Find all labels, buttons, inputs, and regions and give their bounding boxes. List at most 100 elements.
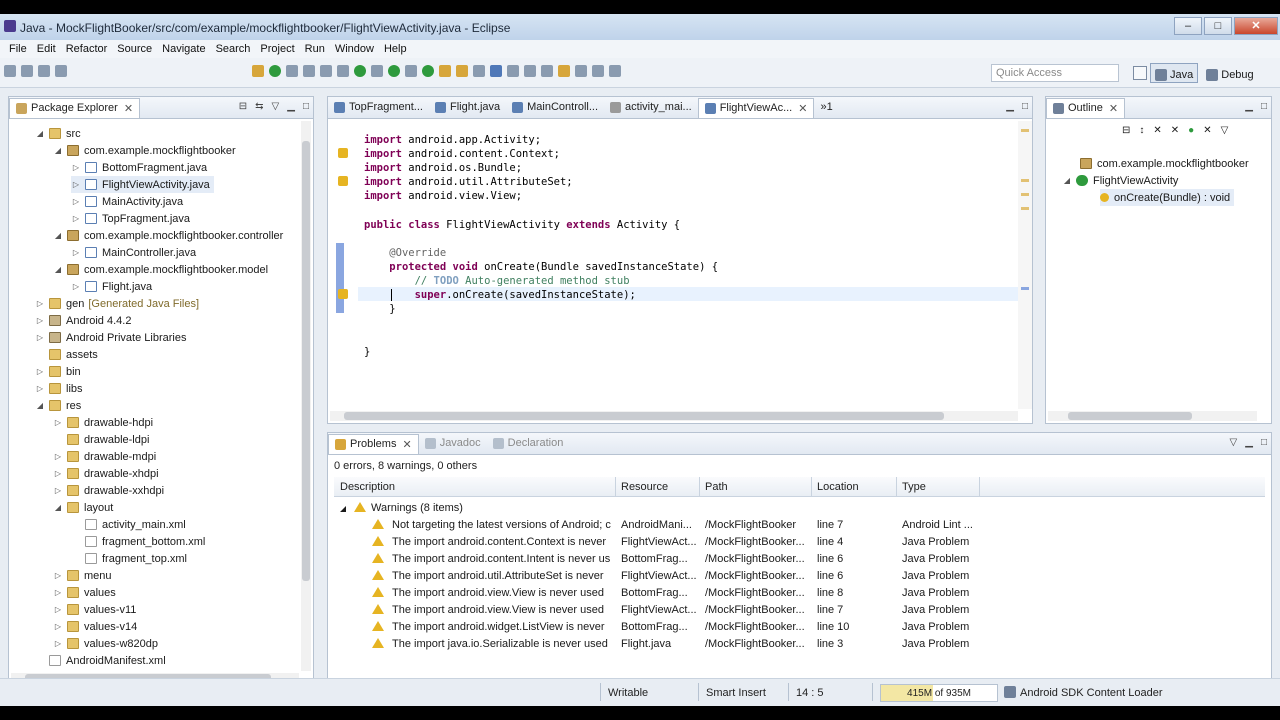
- java-perspective-button[interactable]: Java: [1150, 63, 1199, 83]
- heap-status[interactable]: 415M of 935M: [880, 684, 998, 702]
- expanded-twisty-icon[interactable]: ◢: [1062, 176, 1072, 185]
- sort-icon[interactable]: ↕: [1139, 125, 1144, 136]
- tree-item[interactable]: ▷ MainActivity.java: [71, 193, 183, 210]
- tree-item[interactable]: ▷ values: [53, 584, 116, 601]
- editor-tab[interactable]: activity_mai...: [604, 98, 698, 118]
- previous-annotation-icon[interactable]: [541, 65, 553, 77]
- minimize-view-icon[interactable]: ▁: [287, 101, 295, 112]
- save-icon[interactable]: [21, 65, 33, 77]
- tab-outline[interactable]: Outline ✕: [1046, 98, 1126, 118]
- warnings-group-row[interactable]: ◢ Warnings (8 items): [334, 500, 1265, 517]
- column-description[interactable]: Description: [340, 481, 395, 493]
- expanded-twisty-icon[interactable]: ◢: [340, 504, 346, 513]
- tree-item[interactable]: ▷ FlightViewActivity.java: [71, 176, 214, 193]
- run-dropdown-icon[interactable]: [371, 65, 383, 77]
- minimize-button[interactable]: –: [1174, 17, 1202, 35]
- column-path[interactable]: Path: [705, 481, 728, 493]
- tree-item[interactable]: ▷ libs: [35, 380, 83, 397]
- avd-manager-icon[interactable]: [269, 65, 281, 77]
- editor-tab[interactable]: »1: [814, 98, 838, 118]
- editor-tab[interactable]: MainControll...: [506, 98, 604, 118]
- search-icon[interactable]: [456, 65, 468, 77]
- tree-item[interactable]: ◢ com.example.mockflightbooker.model: [53, 261, 268, 278]
- collapsed-twisty-icon[interactable]: ▷: [53, 469, 63, 478]
- pin-editor-icon[interactable]: [609, 65, 621, 77]
- tree-item[interactable]: ▷ MainController.java: [71, 244, 196, 261]
- expanded-twisty-icon[interactable]: ◢: [53, 265, 63, 274]
- outline-horizontal-scrollbar[interactable]: [1048, 411, 1257, 421]
- tree-item[interactable]: ▷ BottomFragment.java: [71, 159, 207, 176]
- tree-item[interactable]: ▷ Flight.java: [71, 278, 152, 295]
- close-icon[interactable]: ✕: [1109, 102, 1118, 115]
- tree-item[interactable]: ▷ bin: [35, 363, 81, 380]
- tree-item[interactable]: ▷ drawable-xhdpi: [53, 465, 159, 482]
- collapsed-twisty-icon[interactable]: ▷: [53, 605, 63, 614]
- tree-item[interactable]: ◢ res: [35, 397, 81, 414]
- hide-static-icon[interactable]: ✕: [1171, 125, 1179, 136]
- tree-item[interactable]: drawable-ldpi: [53, 431, 149, 448]
- collapsed-twisty-icon[interactable]: ▷: [71, 214, 81, 223]
- menu-navigate[interactable]: Navigate: [162, 43, 205, 55]
- lint-icon[interactable]: [286, 65, 298, 77]
- collapsed-twisty-icon[interactable]: ▷: [35, 299, 45, 308]
- hide-local-types-icon[interactable]: ✕: [1203, 125, 1211, 136]
- toggle-mark-occurrences-icon[interactable]: [473, 65, 485, 77]
- tab-package-explorer[interactable]: Package Explorer ✕: [9, 98, 141, 118]
- collapsed-twisty-icon[interactable]: ▷: [35, 316, 45, 325]
- collapsed-twisty-icon[interactable]: ▷: [35, 384, 45, 393]
- external-tools-icon[interactable]: [388, 65, 400, 77]
- collapsed-twisty-icon[interactable]: ▷: [71, 282, 81, 291]
- maximize-view-icon[interactable]: □: [303, 101, 309, 112]
- collapsed-twisty-icon[interactable]: ▷: [71, 163, 81, 172]
- quick-access-field[interactable]: Quick Access: [991, 64, 1119, 82]
- collapsed-twisty-icon[interactable]: ▷: [71, 180, 81, 189]
- maximize-view-icon[interactable]: □: [1261, 437, 1267, 448]
- collapsed-twisty-icon[interactable]: ▷: [71, 197, 81, 206]
- hide-non-public-icon[interactable]: ●: [1188, 125, 1194, 136]
- editor-tab[interactable]: TopFragment...: [328, 98, 429, 118]
- collapsed-twisty-icon[interactable]: ▷: [53, 452, 63, 461]
- maximize-view-icon[interactable]: □: [1022, 101, 1028, 112]
- expanded-twisty-icon[interactable]: ◢: [35, 401, 45, 410]
- table-row[interactable]: The import android.content.Context is ne…: [334, 534, 1265, 551]
- tree-item[interactable]: AndroidManifest.xml: [35, 652, 166, 669]
- tree-item[interactable]: ▷ drawable-xxhdpi: [53, 482, 164, 499]
- table-row[interactable]: The import android.view.View is never us…: [334, 585, 1265, 602]
- tree-item[interactable]: fragment_bottom.xml: [71, 533, 205, 550]
- tree-item[interactable]: ▷ values-v11: [53, 601, 136, 618]
- forward-icon[interactable]: [592, 65, 604, 77]
- save-all-icon[interactable]: [38, 65, 50, 77]
- android-sdk-icon[interactable]: [252, 65, 264, 77]
- close-icon[interactable]: ✕: [124, 102, 133, 115]
- collapsed-twisty-icon[interactable]: ▷: [53, 639, 63, 648]
- tree-item[interactable]: ▷ values-v14: [53, 618, 137, 635]
- editor-tab[interactable]: FlightViewAc... ✕: [697, 98, 815, 118]
- editor-tab[interactable]: Flight.java: [429, 98, 506, 118]
- minimize-view-icon[interactable]: ▁: [1245, 101, 1253, 112]
- collapsed-twisty-icon[interactable]: ▷: [53, 622, 63, 631]
- tree-item[interactable]: ▷ drawable-mdpi: [53, 448, 156, 465]
- tree-item[interactable]: ▷ drawable-hdpi: [53, 414, 153, 431]
- table-row[interactable]: The import java.io.Serializable is never…: [334, 636, 1265, 653]
- menu-source[interactable]: Source: [117, 43, 152, 55]
- menu-file[interactable]: File: [9, 43, 27, 55]
- table-row[interactable]: The import android.widget.ListView is ne…: [334, 619, 1265, 636]
- toggle-block-selection-icon[interactable]: [490, 65, 502, 77]
- menu-run[interactable]: Run: [305, 43, 325, 55]
- new-android-project-icon[interactable]: [320, 65, 332, 77]
- next-annotation-icon[interactable]: [524, 65, 536, 77]
- tree-item[interactable]: ◢ com.example.mockflightbooker: [53, 142, 236, 159]
- tree-item[interactable]: ▷ gen [Generated Java Files]: [35, 295, 199, 312]
- collapse-all-icon[interactable]: ⊟: [239, 101, 247, 112]
- collapsed-twisty-icon[interactable]: ▷: [53, 418, 63, 427]
- hide-fields-icon[interactable]: ✕: [1153, 125, 1161, 136]
- table-row[interactable]: Not targeting the latest versions of And…: [334, 517, 1265, 534]
- tree-item[interactable]: ◢ src: [35, 125, 81, 142]
- column-type[interactable]: Type: [902, 481, 926, 493]
- tree-item[interactable]: ◢ layout: [53, 499, 113, 516]
- tab-problems[interactable]: Problems ✕: [328, 434, 419, 454]
- collapsed-twisty-icon[interactable]: ▷: [53, 588, 63, 597]
- show-whitespace-icon[interactable]: [507, 65, 519, 77]
- tab-declaration[interactable]: Declaration: [487, 434, 570, 454]
- column-location[interactable]: Location: [817, 481, 859, 493]
